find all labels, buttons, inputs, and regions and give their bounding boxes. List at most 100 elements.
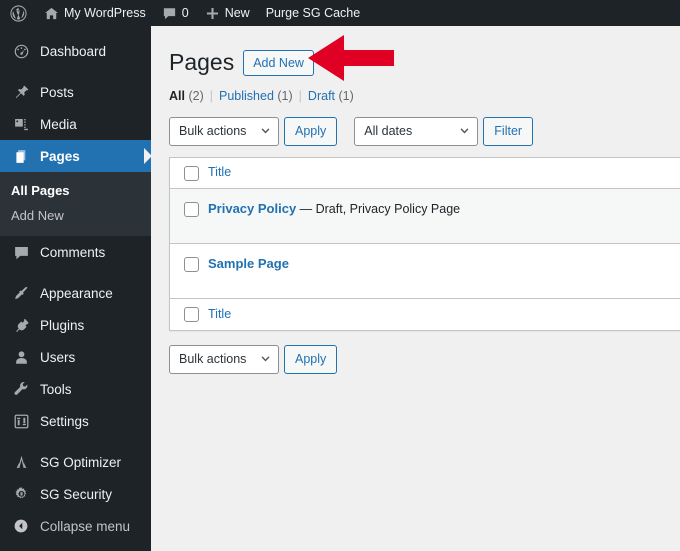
sidebar-item-tools[interactable]: Tools <box>0 373 151 405</box>
filter-button[interactable]: Filter <box>483 117 533 146</box>
sidebar-item-label: Media <box>40 117 77 132</box>
sidebar-item-pages[interactable]: Pages <box>0 140 151 172</box>
sidebar-submenu-item-all-pages[interactable]: All Pages <box>0 178 151 203</box>
view-link-published-count: (1) <box>277 89 292 103</box>
bulk-actions-select-bottom[interactable]: Bulk actions <box>169 345 279 374</box>
column-header-title-bottom[interactable]: Title <box>208 306 680 324</box>
sidebar-item-label: Plugins <box>40 318 84 333</box>
chevron-down-icon <box>460 128 469 134</box>
sidebar-item-sg-optimizer[interactable]: SG Optimizer <box>0 446 151 478</box>
view-link-all-count: (2) <box>188 89 203 103</box>
post-status-filter-links: All (2) | Published (1) | Draft (1) <box>169 89 680 103</box>
new-content-label: New <box>225 6 250 20</box>
date-filter-select[interactable]: All dates <box>354 117 478 146</box>
sg-security-gear-icon <box>11 484 31 504</box>
comments-menu[interactable]: 0 <box>154 0 197 26</box>
chevron-down-icon <box>261 128 270 134</box>
sidebar-item-media[interactable]: Media <box>0 108 151 140</box>
view-link-draft[interactable]: Draft (1) <box>308 89 354 103</box>
sidebar-item-label: Pages <box>40 149 80 164</box>
add-new-button[interactable]: Add New <box>243 50 314 76</box>
sidebar-item-users[interactable]: Users <box>0 341 151 373</box>
media-photo-icon <box>11 114 31 134</box>
wrench-icon <box>11 379 31 399</box>
wordpress-logo-icon <box>10 5 27 22</box>
sidebar-item-label: Posts <box>40 85 74 100</box>
sidebar-item-label: Users <box>40 350 75 365</box>
bulk-actions-select-top-value: Bulk actions <box>179 124 246 138</box>
view-link-draft-label[interactable]: Draft <box>308 89 335 103</box>
bulk-actions-select-top[interactable]: Bulk actions <box>169 117 279 146</box>
select-all-checkbox-bottom[interactable] <box>184 307 199 322</box>
site-name-label: My WordPress <box>64 6 146 20</box>
view-link-all[interactable]: All (2) <box>169 89 204 103</box>
sidebar-item-label: Appearance <box>40 286 113 301</box>
plug-icon <box>11 315 31 335</box>
sidebar-submenu-pages: All Pages Add New <box>0 172 151 236</box>
sidebar-separator-1 <box>0 67 151 76</box>
comment-bubble-icon <box>162 6 177 21</box>
select-all-cell-bottom <box>170 307 208 322</box>
sidebar-item-posts[interactable]: Posts <box>0 76 151 108</box>
view-link-draft-count: (1) <box>339 89 354 103</box>
date-filter-group: All dates Filter <box>354 117 533 146</box>
sidebar-item-comments[interactable]: Comments <box>0 236 151 268</box>
home-icon <box>44 6 59 21</box>
view-link-all-label: All <box>169 89 185 103</box>
wordpress-logo-menu[interactable] <box>0 0 36 26</box>
settings-sliders-icon <box>11 411 31 431</box>
row-title-cell: Sample Page <box>208 255 680 274</box>
sidebar-separator-3 <box>0 437 151 446</box>
dashboard-gauge-icon <box>11 41 31 61</box>
column-header-title-top[interactable]: Title <box>208 164 680 182</box>
sidebar-item-appearance[interactable]: Appearance <box>0 277 151 309</box>
bulk-actions-group-bottom: Bulk actions Apply <box>169 345 337 374</box>
submenu-item-label: All Pages <box>11 183 70 198</box>
table-row: Privacy Policy — Draft, Privacy Policy P… <box>170 189 680 244</box>
sidebar-item-label: Settings <box>40 414 89 429</box>
row-post-state: — Draft, Privacy Policy Page <box>296 202 460 216</box>
apply-button-top[interactable]: Apply <box>284 117 337 146</box>
view-link-published[interactable]: Published (1) <box>219 89 293 103</box>
row-checkbox[interactable] <box>184 257 199 272</box>
view-link-published-label[interactable]: Published <box>219 89 274 103</box>
row-select-cell <box>170 200 208 217</box>
plus-icon <box>205 6 220 21</box>
collapse-menu-button[interactable]: Collapse menu <box>0 510 151 542</box>
collapse-menu-label: Collapse menu <box>40 519 130 534</box>
page-header: Pages Add New <box>169 48 680 78</box>
row-title-link[interactable]: Privacy Policy <box>208 201 296 216</box>
submenu-item-label: Add New <box>11 208 64 223</box>
site-name-menu[interactable]: My WordPress <box>36 0 154 26</box>
column-header-title-bottom-label: Title <box>208 307 231 321</box>
row-title-cell: Privacy Policy — Draft, Privacy Policy P… <box>208 200 680 219</box>
table-header-row: Title <box>170 158 680 189</box>
sidebar-separator-2 <box>0 268 151 277</box>
pages-list-table: Title Privacy Policy — Draft, Privacy Po… <box>169 157 680 331</box>
new-content-menu[interactable]: New <box>197 0 258 26</box>
sidebar-item-settings[interactable]: Settings <box>0 405 151 437</box>
sidebar-item-label: SG Security <box>40 487 112 502</box>
main-content-area: Pages Add New All (2) | Published (1) | … <box>151 26 680 551</box>
apply-button-bottom[interactable]: Apply <box>284 345 337 374</box>
sidebar-item-dashboard[interactable]: Dashboard <box>0 35 151 67</box>
sidebar-item-sg-security[interactable]: SG Security <box>0 478 151 510</box>
table-row: Sample Page <box>170 244 680 299</box>
sidebar-item-plugins[interactable]: Plugins <box>0 309 151 341</box>
column-header-title-top-label: Title <box>208 165 231 179</box>
bulk-actions-group-top: Bulk actions Apply <box>169 117 337 146</box>
sidebar-item-label: Tools <box>40 382 72 397</box>
row-title-link[interactable]: Sample Page <box>208 256 289 271</box>
pushpin-icon <box>11 82 31 102</box>
wordpress-admin-screen: My WordPress 0 New Purge SG Cache <box>0 0 680 551</box>
select-all-checkbox-top[interactable] <box>184 166 199 181</box>
row-checkbox[interactable] <box>184 202 199 217</box>
view-separator-1: | <box>204 89 219 103</box>
tablenav-bottom: Bulk actions Apply <box>169 344 680 374</box>
user-icon <box>11 347 31 367</box>
purge-sg-cache-menu[interactable]: Purge SG Cache <box>258 0 369 26</box>
collapse-arrow-icon <box>11 516 31 536</box>
sidebar-submenu-item-add-new[interactable]: Add New <box>0 203 151 228</box>
page-document-icon <box>11 146 31 166</box>
sg-optimizer-icon <box>11 452 31 472</box>
